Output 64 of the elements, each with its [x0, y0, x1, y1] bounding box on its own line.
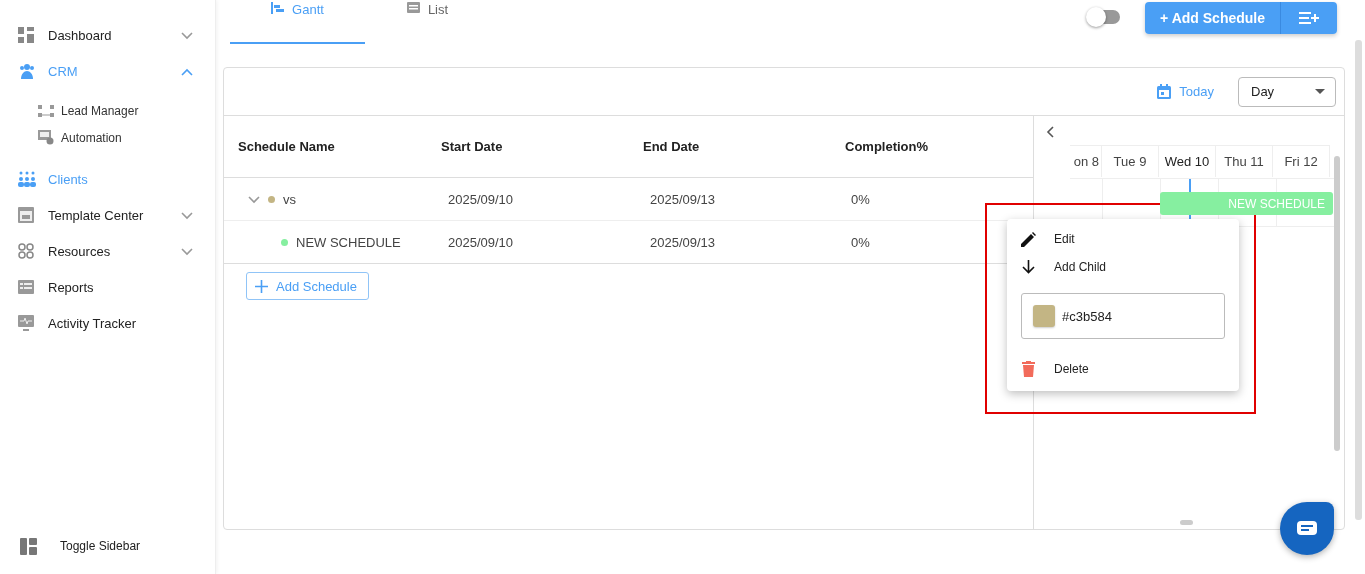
column-header: Start Date — [441, 139, 504, 154]
column-header: Schedule Name — [237, 139, 336, 154]
color-swatch[interactable] — [1033, 305, 1055, 327]
people-icon — [18, 171, 36, 187]
layout-icon — [20, 537, 37, 555]
day-header: Wed 10 — [1159, 146, 1216, 177]
gantt-icon — [271, 2, 285, 14]
chevron-down-icon[interactable] — [248, 195, 260, 204]
flow-icon — [38, 103, 54, 118]
schedule-name[interactable]: vs — [283, 191, 296, 207]
menu-item[interactable]: Add Child — [1007, 253, 1239, 281]
table-cell-text: 0% — [850, 234, 870, 250]
list-icon — [18, 280, 34, 294]
sidebar-item[interactable]: Template Center — [0, 197, 215, 233]
sidebar-subitem[interactable]: Lead Manager — [0, 97, 215, 124]
chat-icon — [1297, 520, 1317, 537]
column-header: Completion% — [845, 139, 930, 154]
chat-button[interactable] — [1280, 502, 1334, 555]
toggle-sidebar-button[interactable]: Toggle Sidebar — [0, 533, 215, 574]
menu-item[interactable]: Delete — [1007, 355, 1239, 383]
sidebar-item[interactable]: Activity Tracker — [0, 305, 215, 341]
view-select[interactable]: Day — [1238, 76, 1336, 107]
toggle-switch[interactable] — [1088, 10, 1121, 24]
scrollbar[interactable] — [1334, 156, 1340, 451]
schedule-name[interactable]: NEW SCHEDULE — [296, 234, 401, 250]
calendar-icon — [1157, 84, 1172, 99]
gear-window-icon — [38, 130, 54, 145]
scrollbar[interactable] — [1180, 520, 1193, 525]
add-list-button[interactable] — [1280, 2, 1337, 34]
dropdown-icon — [1315, 89, 1325, 94]
plus-icon — [255, 279, 268, 293]
menu-item[interactable]: Edit — [1007, 225, 1239, 253]
color-field[interactable]: #c3b584 — [1021, 293, 1225, 339]
grid-icon — [18, 27, 34, 43]
nodes-icon — [18, 243, 34, 259]
view-value: Day — [1251, 84, 1275, 99]
day-header: on 8 — [1070, 146, 1102, 177]
sidebar-item[interactable]: Resources — [0, 233, 215, 269]
chevron-left-icon[interactable] — [1046, 126, 1054, 138]
people-icon — [18, 62, 36, 80]
list-add-icon — [1299, 11, 1319, 25]
trash-icon — [1021, 361, 1036, 377]
list-icon — [406, 2, 420, 13]
sidebar-item[interactable]: Reports — [0, 269, 215, 305]
scrollbar[interactable] — [1355, 40, 1362, 520]
arrow-down-icon — [1021, 260, 1036, 274]
table-cell-text: 2025/09/13 — [649, 191, 716, 207]
table-cell-text: 2025/09/10 — [447, 234, 514, 250]
monitor-icon — [18, 315, 34, 331]
day-header: Tue 9 — [1102, 146, 1159, 177]
chevron-down-icon[interactable] — [181, 211, 193, 220]
chevron-up-icon[interactable] — [181, 67, 193, 76]
column-header: End Date — [643, 139, 701, 154]
window-icon — [18, 207, 34, 223]
pencil-icon — [1021, 231, 1036, 247]
table-cell-text: 0% — [850, 191, 870, 207]
table-cell-text: 2025/09/13 — [649, 234, 716, 250]
table-cell-text: 2025/09/10 — [447, 191, 514, 207]
chevron-down-icon[interactable] — [181, 247, 193, 256]
chevron-down-icon[interactable] — [181, 31, 193, 40]
sidebar-subitem[interactable]: Automation — [0, 124, 215, 151]
day-header: Thu 11 — [1216, 146, 1273, 177]
sidebar-item[interactable]: Dashboard — [0, 17, 215, 53]
day-header: Fri 12 — [1273, 146, 1330, 177]
